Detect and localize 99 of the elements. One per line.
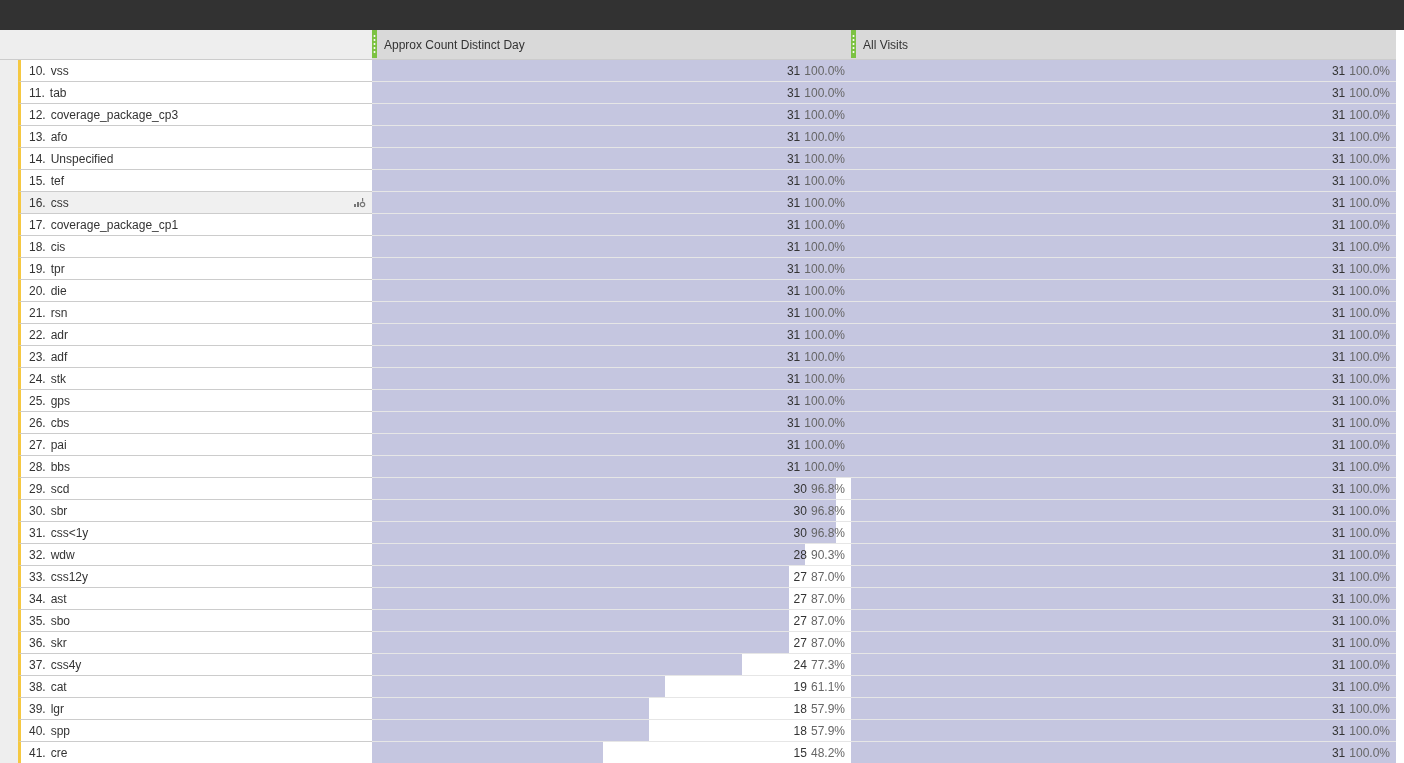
table-cell: 31 100.0% (851, 236, 1396, 258)
table-cell: 31 100.0% (851, 60, 1396, 82)
table-cell: 31 100.0% (851, 522, 1396, 544)
table-cell: 31 100.0% (851, 698, 1396, 720)
table-cell: 31 100.0% (851, 170, 1396, 192)
table-cell: 31 100.0% (851, 324, 1396, 346)
table-cell: 18 57.9% (372, 720, 851, 742)
table-cell: 31 100.0% (372, 280, 851, 302)
row-label[interactable]: 37. css4y (18, 654, 372, 676)
row-label[interactable]: 25. gps (18, 390, 372, 412)
table-cell: 31 100.0% (372, 456, 851, 478)
table-cell: 31 100.0% (851, 720, 1396, 742)
table-cell: 27 87.0% (372, 610, 851, 632)
column-header[interactable]: Approx Count Distinct Day (372, 30, 851, 60)
row-label[interactable]: 20. die (18, 280, 372, 302)
table-cell: 31 100.0% (851, 368, 1396, 390)
table-cell: 30 96.8% (372, 522, 851, 544)
table-cell: 31 100.0% (851, 192, 1396, 214)
row-label[interactable]: 36. skr (18, 632, 372, 654)
table-cell: 31 100.0% (372, 324, 851, 346)
table-cell: 31 100.0% (851, 280, 1396, 302)
table-cell: 31 100.0% (851, 478, 1396, 500)
table-cell: 31 100.0% (372, 170, 851, 192)
table-cell: 28 90.3% (372, 544, 851, 566)
table-cell: 31 100.0% (372, 192, 851, 214)
table-cell: 31 100.0% (372, 104, 851, 126)
table-cell: 31 100.0% (372, 434, 851, 456)
row-label[interactable]: 17. coverage_package_cp1 (18, 214, 372, 236)
table-cell: 18 57.9% (372, 698, 851, 720)
table-cell: 31 100.0% (372, 236, 851, 258)
row-label[interactable]: 28. bbs (18, 456, 372, 478)
row-label[interactable]: 33. css12y (18, 566, 372, 588)
table-cell: 31 100.0% (851, 500, 1396, 522)
table-cell: 24 77.3% (372, 654, 851, 676)
table-cell: 31 100.0% (851, 654, 1396, 676)
row-label[interactable]: 11. tab (18, 82, 372, 104)
table-cell: 27 87.0% (372, 632, 851, 654)
row-label[interactable]: 15. tef (18, 170, 372, 192)
table-cell: 31 100.0% (851, 610, 1396, 632)
table-cell: 31 100.0% (372, 346, 851, 368)
row-label[interactable]: 13. afo (18, 126, 372, 148)
table-cell: 31 100.0% (372, 390, 851, 412)
table-cell: 31 100.0% (851, 82, 1396, 104)
table-cell: 31 100.0% (372, 368, 851, 390)
row-label[interactable]: 27. pai (18, 434, 372, 456)
row-label[interactable]: 31. css<1y (18, 522, 372, 544)
row-label[interactable]: 29. scd (18, 478, 372, 500)
row-label[interactable]: 18. cis (18, 236, 372, 258)
row-label[interactable]: 35. sbo (18, 610, 372, 632)
row-label[interactable]: 12. coverage_package_cp3 (18, 104, 372, 126)
row-label[interactable]: 14. Unspecified (18, 148, 372, 170)
row-label[interactable]: 30. sbr (18, 500, 372, 522)
table-cell: 30 96.8% (372, 500, 851, 522)
row-label[interactable]: 34. ast (18, 588, 372, 610)
row-label[interactable]: 23. adf (18, 346, 372, 368)
table-cell: 31 100.0% (851, 148, 1396, 170)
table-cell: 31 100.0% (851, 412, 1396, 434)
table-cell: 27 87.0% (372, 566, 851, 588)
table-cell: 31 100.0% (372, 302, 851, 324)
table-cell: 30 96.8% (372, 478, 851, 500)
table-cell: 31 100.0% (851, 434, 1396, 456)
table-cell: 31 100.0% (372, 82, 851, 104)
drag-handle-icon[interactable] (372, 30, 377, 58)
table-cell: 31 100.0% (851, 588, 1396, 610)
table-cell: 31 100.0% (372, 148, 851, 170)
row-label[interactable]: 10. vss (18, 60, 372, 82)
table-cell: 31 100.0% (851, 544, 1396, 566)
row-label[interactable]: 39. lgr (18, 698, 372, 720)
table-cell: 31 100.0% (851, 742, 1396, 763)
row-label[interactable]: 40. spp (18, 720, 372, 742)
table-cell: 31 100.0% (372, 214, 851, 236)
row-label[interactable]: 22. adr (18, 324, 372, 346)
table-cell: 31 100.0% (851, 676, 1396, 698)
table-cell: 31 100.0% (851, 390, 1396, 412)
table-cell: 31 100.0% (372, 258, 851, 280)
row-label[interactable]: 26. cbs (18, 412, 372, 434)
row-label[interactable]: 21. rsn (18, 302, 372, 324)
table-cell: 31 100.0% (372, 412, 851, 434)
table-cell: 31 100.0% (372, 60, 851, 82)
table-cell: 31 100.0% (372, 126, 851, 148)
table-cell: 31 100.0% (851, 456, 1396, 478)
table-cell: 31 100.0% (851, 258, 1396, 280)
breakdown-icon[interactable] (354, 197, 366, 208)
table-cell: 31 100.0% (851, 566, 1396, 588)
table-cell: 27 87.0% (372, 588, 851, 610)
row-label[interactable]: 19. tpr (18, 258, 372, 280)
table-cell: 31 100.0% (851, 104, 1396, 126)
table-cell: 31 100.0% (851, 346, 1396, 368)
table-cell: 31 100.0% (851, 126, 1396, 148)
row-label[interactable]: 16. css (18, 192, 372, 214)
table-cell: 31 100.0% (851, 632, 1396, 654)
table-cell: 19 61.1% (372, 676, 851, 698)
row-label[interactable]: 38. cat (18, 676, 372, 698)
column-header[interactable]: All Visits (851, 30, 1396, 60)
row-label[interactable]: 32. wdw (18, 544, 372, 566)
row-label[interactable]: 24. stk (18, 368, 372, 390)
table-cell: 31 100.0% (851, 214, 1396, 236)
table-cell: 31 100.0% (851, 302, 1396, 324)
drag-handle-icon[interactable] (851, 30, 856, 58)
